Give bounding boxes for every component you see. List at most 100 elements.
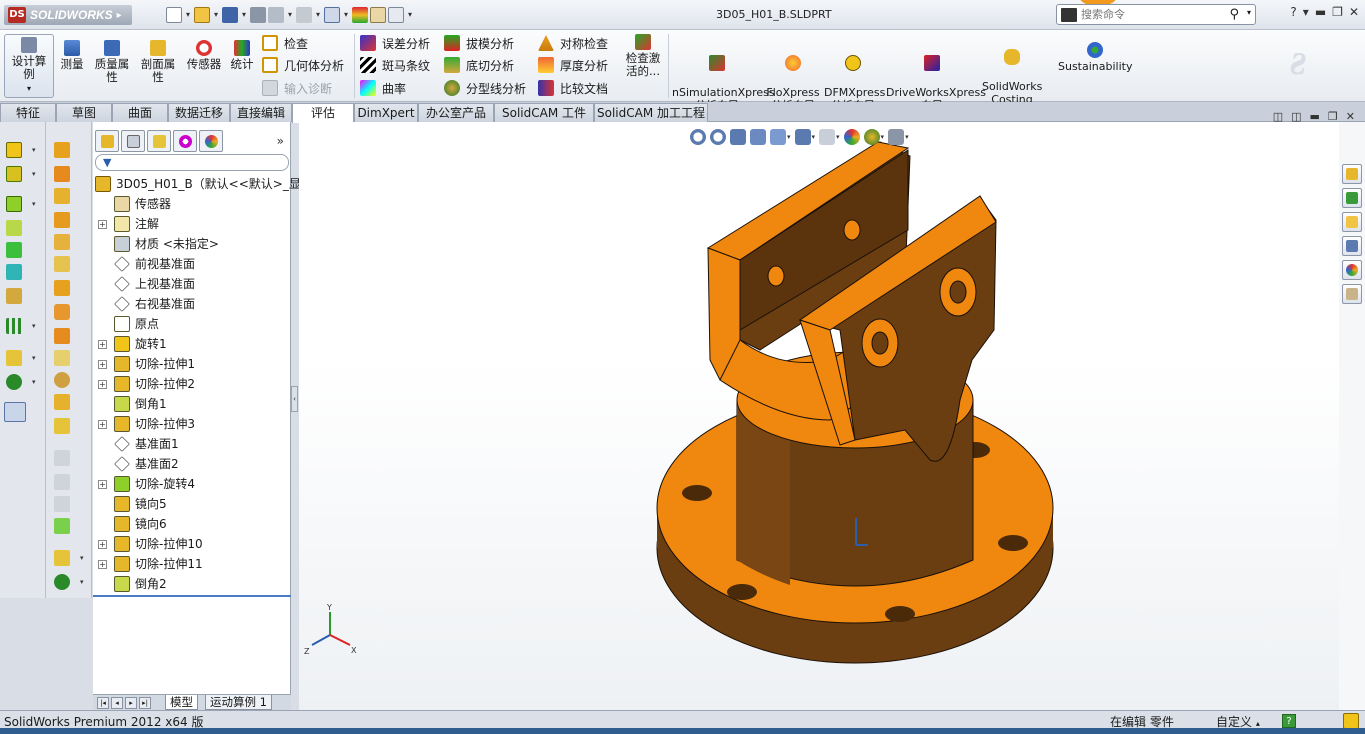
tab-motion-study-1[interactable]: 运动算例 1	[205, 695, 272, 710]
tab-solidcam-stock[interactable]: SolidCAM 工件	[494, 103, 594, 122]
expand-toggle-icon[interactable]: +	[98, 540, 107, 549]
help-dropdown-icon[interactable]: ▾	[1303, 5, 1309, 19]
draft-icon[interactable]	[54, 350, 70, 366]
curves-icon[interactable]	[6, 374, 22, 390]
compare-documents-button[interactable]: 比较文档	[538, 78, 608, 98]
close-icon[interactable]: ✕	[1349, 5, 1359, 19]
swept-boss-icon[interactable]	[6, 196, 22, 212]
tab-features[interactable]: 特征	[0, 103, 56, 122]
dropdown-arrow-icon[interactable]: ▾	[32, 322, 36, 330]
apply-scene-icon[interactable]	[863, 129, 880, 145]
revolve-boss-icon[interactable]	[6, 166, 22, 182]
check-button[interactable]: 检查	[262, 33, 308, 53]
display-style-icon[interactable]	[794, 129, 811, 145]
expand-toggle-icon[interactable]: +	[98, 340, 107, 349]
view-palette-tab[interactable]	[1342, 236, 1362, 256]
minimize-icon[interactable]: ▬	[1315, 5, 1326, 19]
tree-item[interactable]: + 注解	[93, 214, 291, 234]
tree-item[interactable]: 倒角1	[93, 394, 291, 414]
open-folder-icon[interactable]	[194, 7, 210, 23]
tab-solidcam-machining[interactable]: SolidCAM 加工工程	[594, 103, 708, 122]
sensors-button[interactable]: 传感器	[184, 40, 224, 71]
tree-item[interactable]: 右视基准面	[93, 294, 291, 314]
file-properties-icon[interactable]	[370, 7, 386, 23]
file-explorer-tab[interactable]	[1342, 212, 1362, 232]
view-settings-icon[interactable]	[888, 129, 905, 145]
feature-filter[interactable]: ▼	[95, 154, 289, 171]
chamfer-tool-icon[interactable]	[54, 280, 70, 296]
zoom-to-fit-icon[interactable]	[690, 129, 706, 145]
part-model[interactable]	[656, 141, 1054, 664]
dropdown-arrow-icon[interactable]: ▾	[80, 578, 84, 586]
appearances-tab[interactable]	[1342, 260, 1362, 280]
linear-pattern-icon[interactable]	[6, 318, 22, 334]
search-commands[interactable]: ⚲ ▾	[1056, 4, 1256, 25]
tile-right-icon[interactable]: ◫	[1291, 110, 1301, 123]
tree-item[interactable]: 基准面2	[93, 454, 291, 474]
tree-item[interactable]: 基准面1	[93, 434, 291, 454]
doc-restore-icon[interactable]: ❐	[1328, 110, 1338, 123]
thickness-analysis-button[interactable]: 厚度分析	[538, 55, 608, 75]
tree-item[interactable]: 上视基准面	[93, 274, 291, 294]
previous-view-icon[interactable]	[730, 129, 746, 145]
expand-toggle-icon[interactable]: +	[98, 380, 107, 389]
panel-collapse-handle[interactable]: ‹	[291, 386, 298, 412]
tab-data-migration[interactable]: 数据迁移	[168, 103, 230, 122]
tree-item[interactable]: 倒角2	[93, 574, 291, 594]
dropdown-arrow-icon[interactable]: ▾	[812, 133, 816, 141]
dimxpert-manager-tab[interactable]	[173, 130, 197, 152]
design-library-tab[interactable]	[1342, 188, 1362, 208]
tab-office-products[interactable]: 办公室产品	[418, 103, 494, 122]
search-input[interactable]	[1081, 8, 1221, 21]
lofted-boss-icon[interactable]	[6, 220, 22, 236]
printer-icon[interactable]	[268, 7, 284, 23]
feature-tree-tab[interactable]	[95, 130, 119, 152]
tree-item[interactable]: + 切除-拉伸3	[93, 414, 291, 434]
dome-icon[interactable]	[54, 418, 70, 434]
reference-geometry-2-icon[interactable]	[54, 550, 70, 566]
fillet-icon[interactable]	[6, 264, 22, 280]
section-properties-button[interactable]: 剖面属性	[138, 40, 178, 84]
previous-tab-icon[interactable]: ◂	[111, 697, 123, 709]
symmetry-check-button[interactable]: 对称检查	[538, 33, 608, 53]
doc-minimize-icon[interactable]: ▬	[1310, 110, 1320, 123]
boundary-cut-icon[interactable]	[54, 256, 70, 272]
expand-toggle-icon[interactable]: +	[98, 360, 107, 369]
lofted-cut-icon[interactable]	[54, 234, 70, 250]
save-icon[interactable]	[222, 7, 238, 23]
intersect-icon[interactable]	[54, 372, 70, 388]
tab-surfaces[interactable]: 曲面	[112, 103, 168, 122]
tile-left-icon[interactable]: ◫	[1273, 110, 1283, 123]
select-icon[interactable]	[324, 7, 340, 23]
hole-wizard-icon[interactable]	[54, 188, 70, 204]
extrude-boss-icon[interactable]	[6, 142, 22, 158]
draft-analysis-button[interactable]: 拔模分析	[444, 33, 514, 53]
dropdown-arrow-icon[interactable]: ▾	[32, 200, 36, 208]
import-diagnostics-button[interactable]: 输入诊断	[262, 78, 332, 98]
tree-item[interactable]: 前视基准面	[93, 254, 291, 274]
shell-icon[interactable]	[54, 304, 70, 320]
instant3d-icon[interactable]	[4, 402, 26, 422]
tree-root-part[interactable]: 3D05_H01_B（默认<<默认>_显	[93, 174, 301, 194]
restore-icon[interactable]: ❐	[1332, 5, 1343, 19]
tree-item[interactable]: + 切除-拉伸2	[93, 374, 291, 394]
search-dropdown-icon[interactable]: ▾	[1247, 8, 1251, 17]
boundary-boss-icon[interactable]	[6, 242, 22, 258]
expand-toggle-icon[interactable]: +	[98, 420, 107, 429]
sustainability-button[interactable]: Sustainability	[1058, 42, 1132, 73]
statistics-button[interactable]: 统计	[228, 40, 256, 71]
options-icon[interactable]	[388, 7, 404, 23]
last-tab-icon[interactable]: ▸|	[139, 697, 151, 709]
tree-item[interactable]: + 切除-旋转4	[93, 474, 291, 494]
first-tab-icon[interactable]: |◂	[97, 697, 109, 709]
expand-toggle-icon[interactable]: +	[98, 480, 107, 489]
solidworks-menu-button[interactable]: DS SOLIDWORKS ▸	[4, 5, 132, 25]
deviation-analysis-button[interactable]: 误差分析	[360, 33, 430, 53]
graphics-area[interactable]: Y X Z	[299, 122, 1339, 710]
tree-item[interactable]: + 切除-拉伸11	[93, 554, 291, 574]
zoom-to-area-icon[interactable]	[710, 129, 726, 145]
tree-item[interactable]: 材质 <未指定>	[93, 234, 291, 254]
dropdown-arrow-icon[interactable]: ▾	[905, 133, 909, 141]
curvature-button[interactable]: 曲率	[360, 78, 406, 98]
next-tab-icon[interactable]: ▸	[125, 697, 137, 709]
